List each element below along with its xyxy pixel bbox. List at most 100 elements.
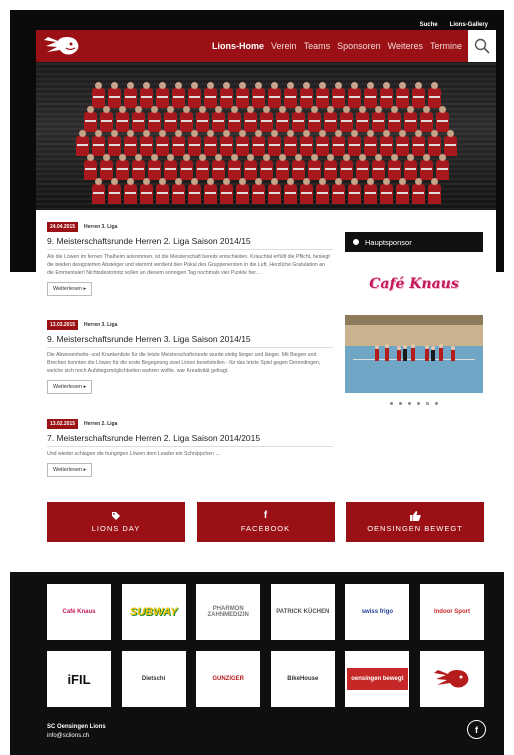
main-content: 24.04.2015 Herren 3. Liga 9. Meisterschaf…: [36, 210, 496, 550]
player: [275, 154, 289, 180]
sponsor-logo[interactable]: GUNZIGER: [196, 651, 261, 707]
sponsor-logo-name: Dietschi: [141, 676, 166, 682]
carousel-dot[interactable]: [417, 402, 420, 405]
sponsor-carousel-image[interactable]: [345, 315, 483, 393]
thumbs-up-icon: [409, 511, 421, 521]
article-text: Als die Löwen im fernen Thalheim ankomme…: [47, 254, 330, 276]
player-row: [66, 154, 466, 180]
read-more-button[interactable]: Weiterlesen ▸: [47, 282, 93, 296]
player: [299, 178, 313, 204]
search-link[interactable]: Suche: [420, 22, 438, 28]
lions-day-button[interactable]: LIONS DAY: [47, 502, 185, 542]
player-row: [66, 130, 466, 156]
carousel-dot[interactable]: [426, 402, 429, 405]
player: [371, 106, 385, 132]
player: [371, 154, 385, 180]
article-2: 13.03.2015 Herren 3. Liga 9. Meisterschaf…: [47, 320, 333, 394]
player: [411, 178, 425, 204]
article-1: 24.04.2015 Herren 3. Liga 9. Meisterschaf…: [47, 222, 333, 296]
menu-item-weiteres[interactable]: Weiteres: [388, 41, 423, 51]
article-title[interactable]: 9. Meisterschaftsrunde Herren 3. Liga Sa…: [47, 334, 333, 348]
sponsor-logo-name: GUNZIGER: [212, 676, 245, 682]
player: [291, 106, 305, 132]
player: [355, 106, 369, 132]
sponsor-logo-name: PATRICK KÜCHEN: [276, 609, 330, 615]
player: [203, 130, 217, 156]
player: [211, 154, 225, 180]
player: [171, 178, 185, 204]
gallery-link[interactable]: Lions-Gallery: [450, 22, 488, 28]
sponsor-logo[interactable]: PATRICK KÜCHEN: [270, 584, 335, 640]
article-title[interactable]: 7. Meisterschaftsrunde Herren 2. Liga Sa…: [47, 433, 333, 447]
carousel-dot[interactable]: [390, 402, 393, 405]
player: [235, 130, 249, 156]
player: [195, 154, 209, 180]
team-players: [66, 82, 466, 204]
player: [235, 178, 249, 204]
player: [107, 82, 121, 108]
sponsor-logo[interactable]: oensingen bewegt: [345, 651, 410, 707]
player: [355, 154, 369, 180]
player: [139, 82, 153, 108]
facebook-icon[interactable]: f: [467, 720, 486, 739]
player: [179, 106, 193, 132]
carousel-dot[interactable]: [399, 402, 402, 405]
sponsor-logo[interactable]: BikeHouse: [270, 651, 335, 707]
sponsor-logo[interactable]: iFIL: [47, 651, 111, 707]
player: [115, 154, 129, 180]
search-button[interactable]: [468, 30, 496, 62]
player: [347, 130, 361, 156]
sponsor-logo[interactable]: Dietschi: [121, 651, 186, 707]
menu-item-sponsoren[interactable]: Sponsoren: [337, 41, 381, 51]
player: [251, 82, 265, 108]
player: [291, 154, 305, 180]
player: [123, 82, 137, 108]
carousel-dot[interactable]: [435, 402, 438, 405]
player: [435, 154, 449, 180]
article-category[interactable]: Herren 2. Liga: [84, 421, 117, 427]
main-sponsor-logo[interactable]: Café Knaus: [345, 264, 483, 304]
menu-item-teams[interactable]: Teams: [304, 41, 331, 51]
article-title[interactable]: 9. Meisterschaftsrunde Herren 2. Liga Sa…: [47, 236, 333, 250]
tag-icon: [112, 512, 120, 520]
player: [387, 106, 401, 132]
player: [219, 130, 233, 156]
player: [403, 154, 417, 180]
carousel-dot[interactable]: [408, 402, 411, 405]
player: [123, 178, 137, 204]
player: [331, 82, 345, 108]
player: [363, 130, 377, 156]
player: [107, 130, 121, 156]
player: [419, 154, 433, 180]
article-category[interactable]: Herren 3. Liga: [84, 322, 117, 328]
article-category[interactable]: Herren 3. Liga: [84, 224, 117, 230]
sponsor-logo[interactable]: PHARMON ZAHNMEDIZIN: [196, 584, 261, 640]
read-more-button[interactable]: Weiterlesen ▸: [47, 463, 93, 477]
sponsor-logo[interactable]: Indoor Sport: [419, 584, 484, 640]
player-row: [66, 178, 466, 204]
sponsor-heading-label: Hauptsponsor: [365, 237, 412, 247]
sponsor-logo[interactable]: SUBWAY: [121, 584, 186, 640]
club-email[interactable]: info@sclions.ch: [47, 732, 106, 741]
player: [147, 106, 161, 132]
lion-head-icon[interactable]: [36, 30, 88, 62]
player: [91, 82, 105, 108]
player: [155, 130, 169, 156]
club-info: SC Oensingen Lions info@sclions.ch: [47, 723, 106, 741]
menu-item-lions-home[interactable]: Lions-Home: [212, 41, 264, 51]
sponsor-logo-name: swiss frigo: [361, 609, 394, 615]
sponsor-logo[interactable]: swiss frigo: [345, 584, 410, 640]
menu-item-verein[interactable]: Verein: [271, 41, 297, 51]
menu-item-termine[interactable]: Termine: [430, 41, 462, 51]
sponsor-logo[interactable]: Café Knaus: [47, 584, 111, 640]
player: [331, 178, 345, 204]
read-more-button[interactable]: Weiterlesen ▸: [47, 380, 93, 394]
oensingen-bewegt-button[interactable]: OENSINGEN BEWEGT: [346, 502, 484, 542]
sponsor-logo[interactable]: [419, 651, 484, 707]
player: [411, 82, 425, 108]
facebook-button[interactable]: f FACEBOOK: [196, 502, 335, 542]
player: [195, 106, 209, 132]
player: [347, 82, 361, 108]
player: [187, 178, 201, 204]
player: [443, 130, 457, 156]
